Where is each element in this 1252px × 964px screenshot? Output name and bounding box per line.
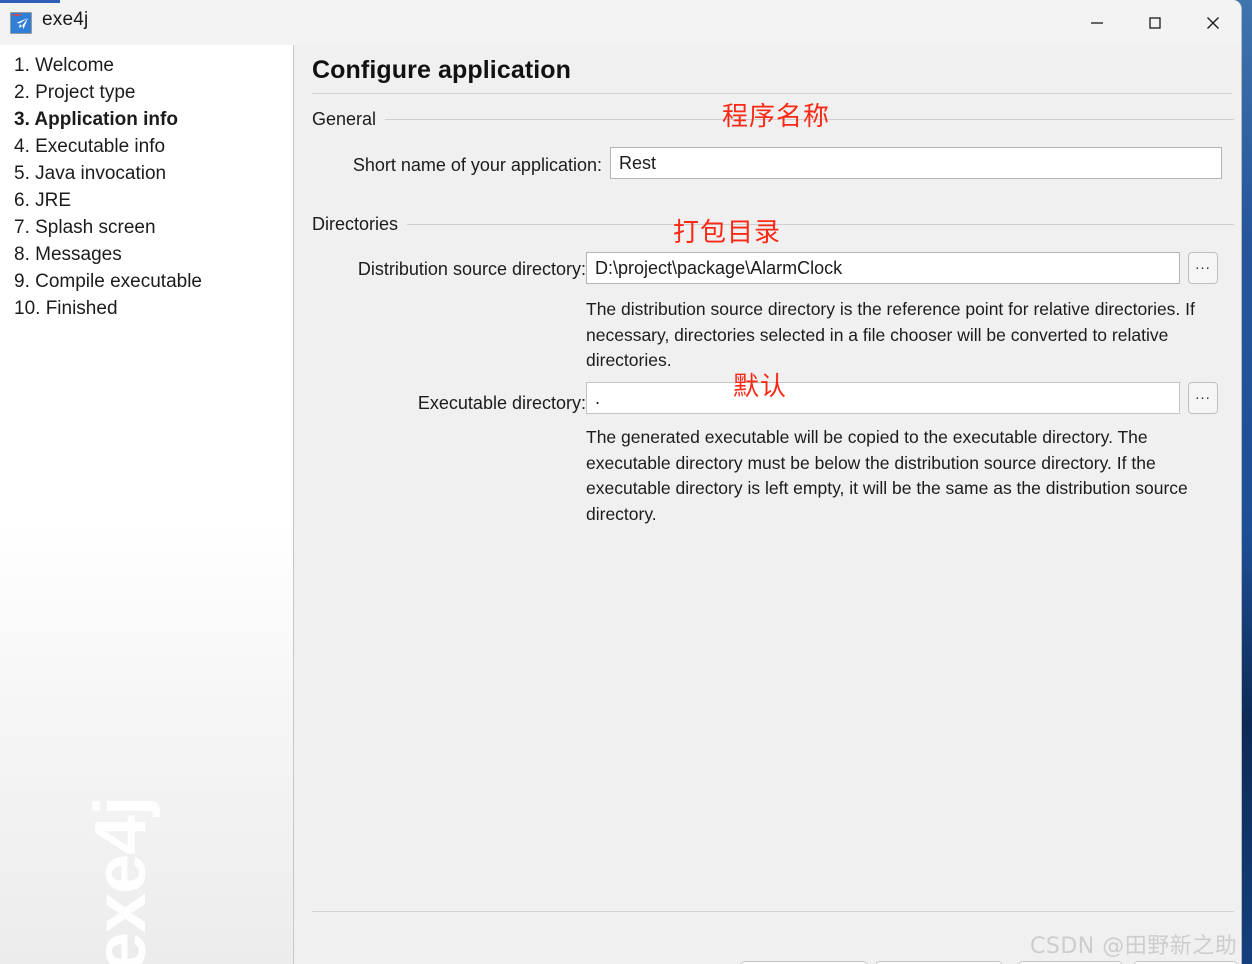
step-list: 1. Welcome 2. Project type 3. Applicatio… bbox=[10, 52, 290, 322]
rocket-icon bbox=[10, 12, 32, 34]
annotation-program-name: 程序名称 bbox=[722, 102, 831, 132]
distribution-source-directory-help: The distribution source directory is the… bbox=[586, 299, 1195, 370]
sidebar-item-label: 9. Compile executable bbox=[14, 271, 202, 292]
general-group-label: General bbox=[312, 109, 377, 129]
sidebar-item-compile-executable[interactable]: 9. Compile executable bbox=[10, 268, 290, 295]
wizard-footer: ◀ 上一步 下一步 ▶ 完成 取消 bbox=[295, 923, 1241, 964]
page-title: Configure application bbox=[312, 56, 572, 84]
distribution-source-directory-input[interactable] bbox=[586, 252, 1180, 284]
close-button[interactable] bbox=[1184, 0, 1241, 45]
title-bar[interactable]: exe4j bbox=[0, 0, 1241, 45]
sidebar-item-project-type[interactable]: 2. Project type bbox=[10, 79, 290, 106]
sidebar-item-label: 6. JRE bbox=[14, 190, 72, 211]
annotation-package-directory: 打包目录 bbox=[673, 218, 782, 248]
main-panel: Configure application General Short name… bbox=[295, 45, 1241, 964]
maximize-button[interactable] bbox=[1126, 0, 1184, 45]
sidebar-item-label: 2. Project type bbox=[14, 82, 136, 103]
distribution-browse-button[interactable]: ... bbox=[1188, 252, 1218, 284]
annotation-default: 默认 bbox=[733, 372, 788, 402]
sidebar-item-finished[interactable]: 10. Finished bbox=[10, 295, 290, 322]
distribution-source-directory-label: Distribution source directory: bbox=[357, 259, 586, 279]
executable-directory-label: Executable directory: bbox=[417, 393, 586, 413]
sidebar-item-welcome[interactable]: 1. Welcome bbox=[10, 52, 290, 79]
sidebar-item-messages[interactable]: 8. Messages bbox=[10, 241, 290, 268]
ellipsis-icon: ... bbox=[1195, 256, 1211, 273]
sidebar-item-label: 1. Welcome bbox=[14, 55, 114, 76]
executable-directory-help: The generated executable will be copied … bbox=[586, 427, 1188, 524]
title-divider bbox=[312, 93, 1232, 94]
short-name-input[interactable] bbox=[610, 147, 1222, 179]
executable-directory-input[interactable] bbox=[586, 382, 1180, 414]
directories-group-rule bbox=[407, 224, 1234, 225]
sidebar-item-jre[interactable]: 6. JRE bbox=[10, 187, 290, 214]
sidebar-item-label: 10. Finished bbox=[14, 298, 118, 319]
directories-group-label: Directories bbox=[312, 214, 399, 234]
sidebar-item-label: 3. Application info bbox=[14, 109, 178, 130]
sidebar-item-label: 5. Java invocation bbox=[14, 163, 167, 184]
sidebar-item-label: 4. Executable info bbox=[14, 136, 166, 157]
sidebar-item-executable-info[interactable]: 4. Executable info bbox=[10, 133, 290, 160]
minimize-button[interactable] bbox=[1068, 0, 1126, 45]
wizard-steps-sidebar: 1. Welcome 2. Project type 3. Applicatio… bbox=[0, 45, 294, 964]
executable-browse-button[interactable]: ... bbox=[1188, 382, 1218, 414]
window-controls bbox=[1068, 0, 1241, 45]
short-name-label: Short name of your application: bbox=[352, 155, 602, 175]
exe4j-watermark: exe4j bbox=[81, 796, 161, 964]
sidebar-item-application-info[interactable]: 3. Application info bbox=[10, 106, 290, 133]
titlebar-accent bbox=[0, 0, 60, 3]
sidebar-item-java-invocation[interactable]: 5. Java invocation bbox=[10, 160, 290, 187]
screen: exe4j 1. Welcome 2. Project type 3. Appl… bbox=[0, 0, 1252, 964]
exe4j-wizard-window: exe4j 1. Welcome 2. Project type 3. Appl… bbox=[0, 0, 1242, 964]
window-title: exe4j bbox=[42, 9, 89, 30]
sidebar-item-label: 8. Messages bbox=[14, 244, 122, 265]
sidebar-item-label: 7. Splash screen bbox=[14, 217, 156, 238]
footer-divider bbox=[312, 911, 1234, 912]
sidebar-item-splash-screen[interactable]: 7. Splash screen bbox=[10, 214, 290, 241]
ellipsis-icon: ... bbox=[1195, 386, 1211, 403]
